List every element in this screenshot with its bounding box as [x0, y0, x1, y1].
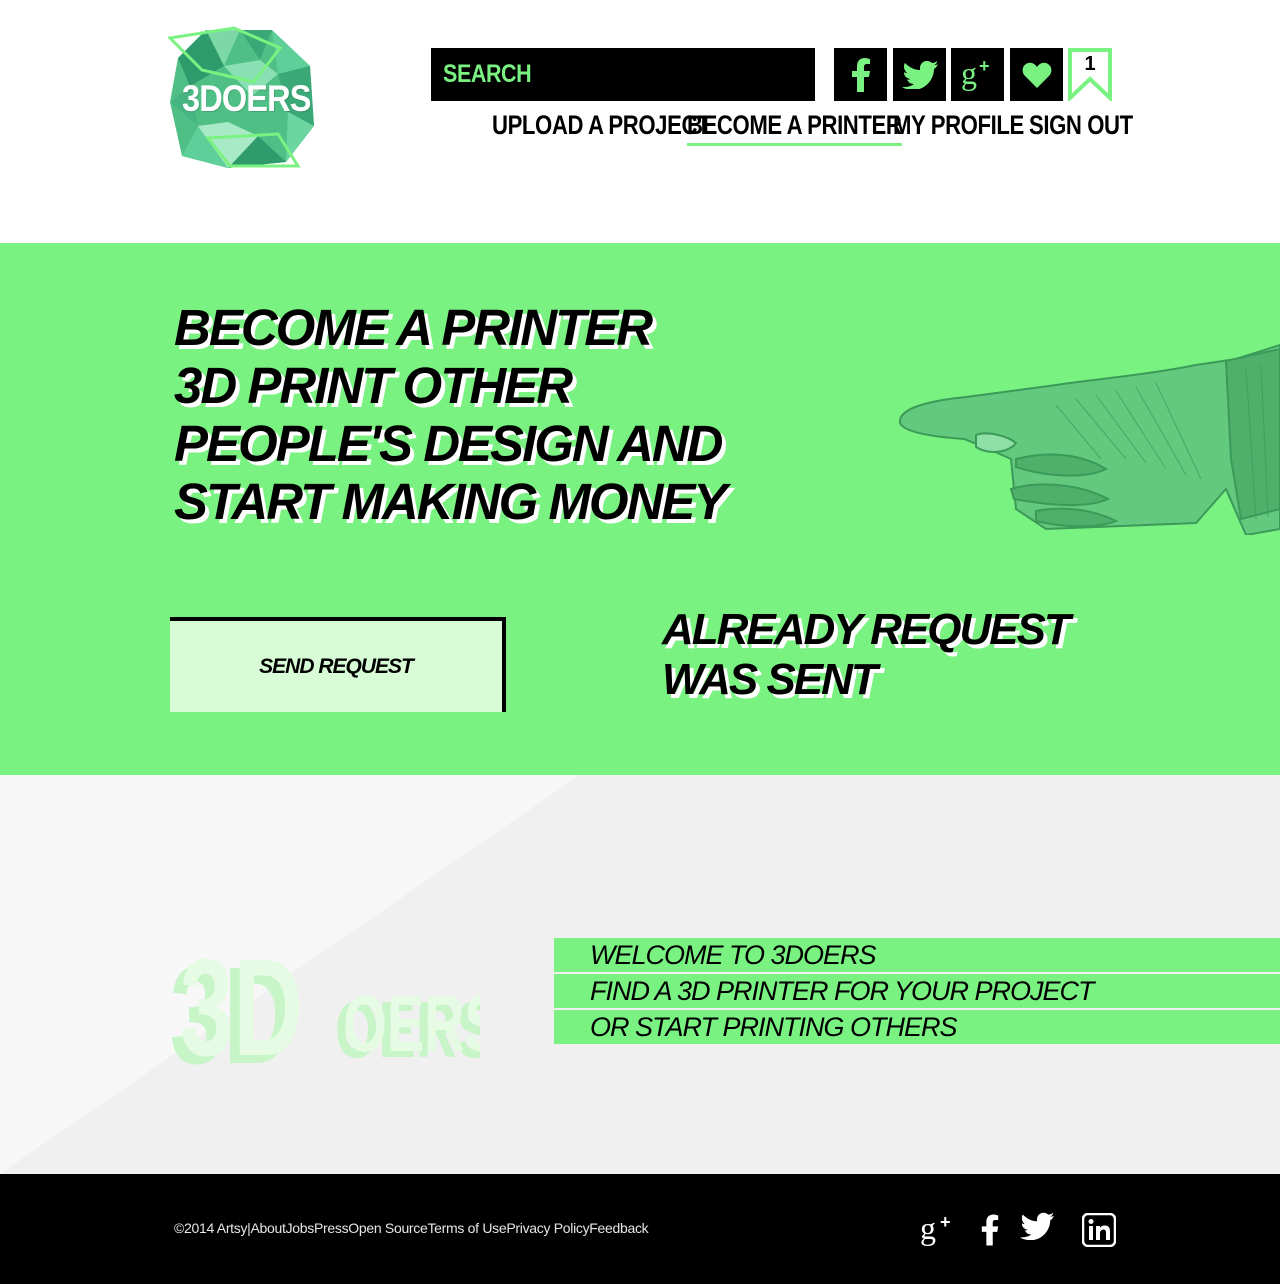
heart-icon	[1022, 62, 1051, 88]
pointing-hand-illustration	[898, 343, 1280, 535]
footer-facebook-link[interactable]	[978, 1210, 1002, 1250]
google-plus-icon: g +	[961, 58, 990, 91]
search-box[interactable]	[431, 48, 815, 101]
footer-link-about[interactable]: About	[251, 1220, 286, 1236]
svg-text:g: g	[920, 1213, 936, 1246]
footer-link-privacy[interactable]: Privacy Policy	[506, 1220, 589, 1236]
request-status-line: WAS SENT	[662, 655, 878, 704]
footer-twitter-link[interactable]	[1019, 1206, 1055, 1246]
svg-text:g: g	[961, 58, 977, 91]
hero-title-line: 3D PRINT OTHER	[174, 357, 573, 414]
footer-link-open-source[interactable]: Open Source	[348, 1220, 428, 1236]
svg-text:OERS: OERS	[343, 978, 480, 1068]
footer-linkedin-link[interactable]	[1082, 1210, 1116, 1250]
hero-section: BECOME A PRINTER 3D PRINT OTHER PEOPLE'S…	[0, 243, 1280, 775]
welcome-text-block: WELCOME TO 3DOERS FIND A 3D PRINTER FOR …	[554, 938, 1280, 1046]
bookmark-button[interactable]: 1	[1068, 48, 1112, 103]
site-footer: ©2014 Artsy|AboutJobsPressOpen SourceTer…	[0, 1174, 1280, 1284]
bookmark-count: 1	[1084, 53, 1096, 75]
search-input[interactable]	[431, 48, 762, 101]
twitter-icon	[1020, 1212, 1054, 1240]
footer-link-press[interactable]: Press	[314, 1220, 349, 1236]
nav-upload-project[interactable]: UPLOAD A PROJECT	[492, 110, 711, 146]
twitter-button[interactable]	[893, 48, 946, 101]
google-plus-icon: g +	[920, 1213, 951, 1246]
nav-my-profile[interactable]: MY PROFILE	[893, 110, 1024, 146]
facebook-icon	[851, 57, 870, 92]
hero-title: BECOME A PRINTER 3D PRINT OTHER PEOPLE'S…	[174, 299, 727, 531]
request-status-line: ALREADY REQUEST	[662, 605, 1071, 654]
welcome-section: 3D 3D OERS OERS WELCOME TO 3DOERS FIND A…	[0, 775, 1280, 1174]
favorites-button[interactable]	[1010, 48, 1063, 101]
footer-link-terms[interactable]: Terms of Use	[427, 1220, 506, 1236]
logo-text: 3DOERS	[182, 78, 311, 119]
site-logo[interactable]: 3DOERS	[168, 26, 314, 170]
send-request-button[interactable]: SEND REQUEST	[170, 617, 506, 712]
svg-text:+: +	[940, 1213, 951, 1232]
hero-title-line: PEOPLE'S DESIGN AND	[174, 415, 724, 472]
nav-sign-out[interactable]: SIGN OUT	[1029, 110, 1133, 146]
footer-google-plus-link[interactable]: g +	[920, 1210, 958, 1250]
svg-text:+: +	[979, 58, 990, 76]
footer-copyright: ©2014 Artsy	[174, 1220, 248, 1236]
linkedin-icon	[1082, 1213, 1116, 1247]
svg-text:3D: 3D	[180, 931, 303, 1075]
hero-title-line: BECOME A PRINTER	[174, 299, 653, 356]
site-header: 3DOERS g + 1 UPLOAD A PROJECT BECOME A P…	[0, 0, 1280, 243]
facebook-icon	[981, 1214, 999, 1246]
3doers-3d-logo: 3D 3D OERS OERS	[170, 931, 480, 1075]
twitter-icon	[901, 60, 938, 89]
google-plus-button[interactable]: g +	[951, 48, 1004, 101]
hero-title-line: START MAKING MONEY	[174, 473, 727, 530]
nav-become-printer[interactable]: BECOME A PRINTER	[687, 110, 902, 146]
request-status: ALREADY REQUEST WAS SENT	[662, 605, 1071, 705]
welcome-line: WELCOME TO 3DOERS	[554, 938, 1280, 972]
footer-link-feedback[interactable]: Feedback	[589, 1220, 648, 1236]
facebook-button[interactable]	[834, 48, 887, 101]
footer-link-jobs[interactable]: Jobs	[286, 1220, 315, 1236]
welcome-line: FIND A 3D PRINTER FOR YOUR PROJECT	[554, 974, 1280, 1008]
welcome-line: OR START PRINTING OTHERS	[554, 1010, 1280, 1044]
footer-links: ©2014 Artsy|AboutJobsPressOpen SourceTer…	[174, 1220, 649, 1236]
